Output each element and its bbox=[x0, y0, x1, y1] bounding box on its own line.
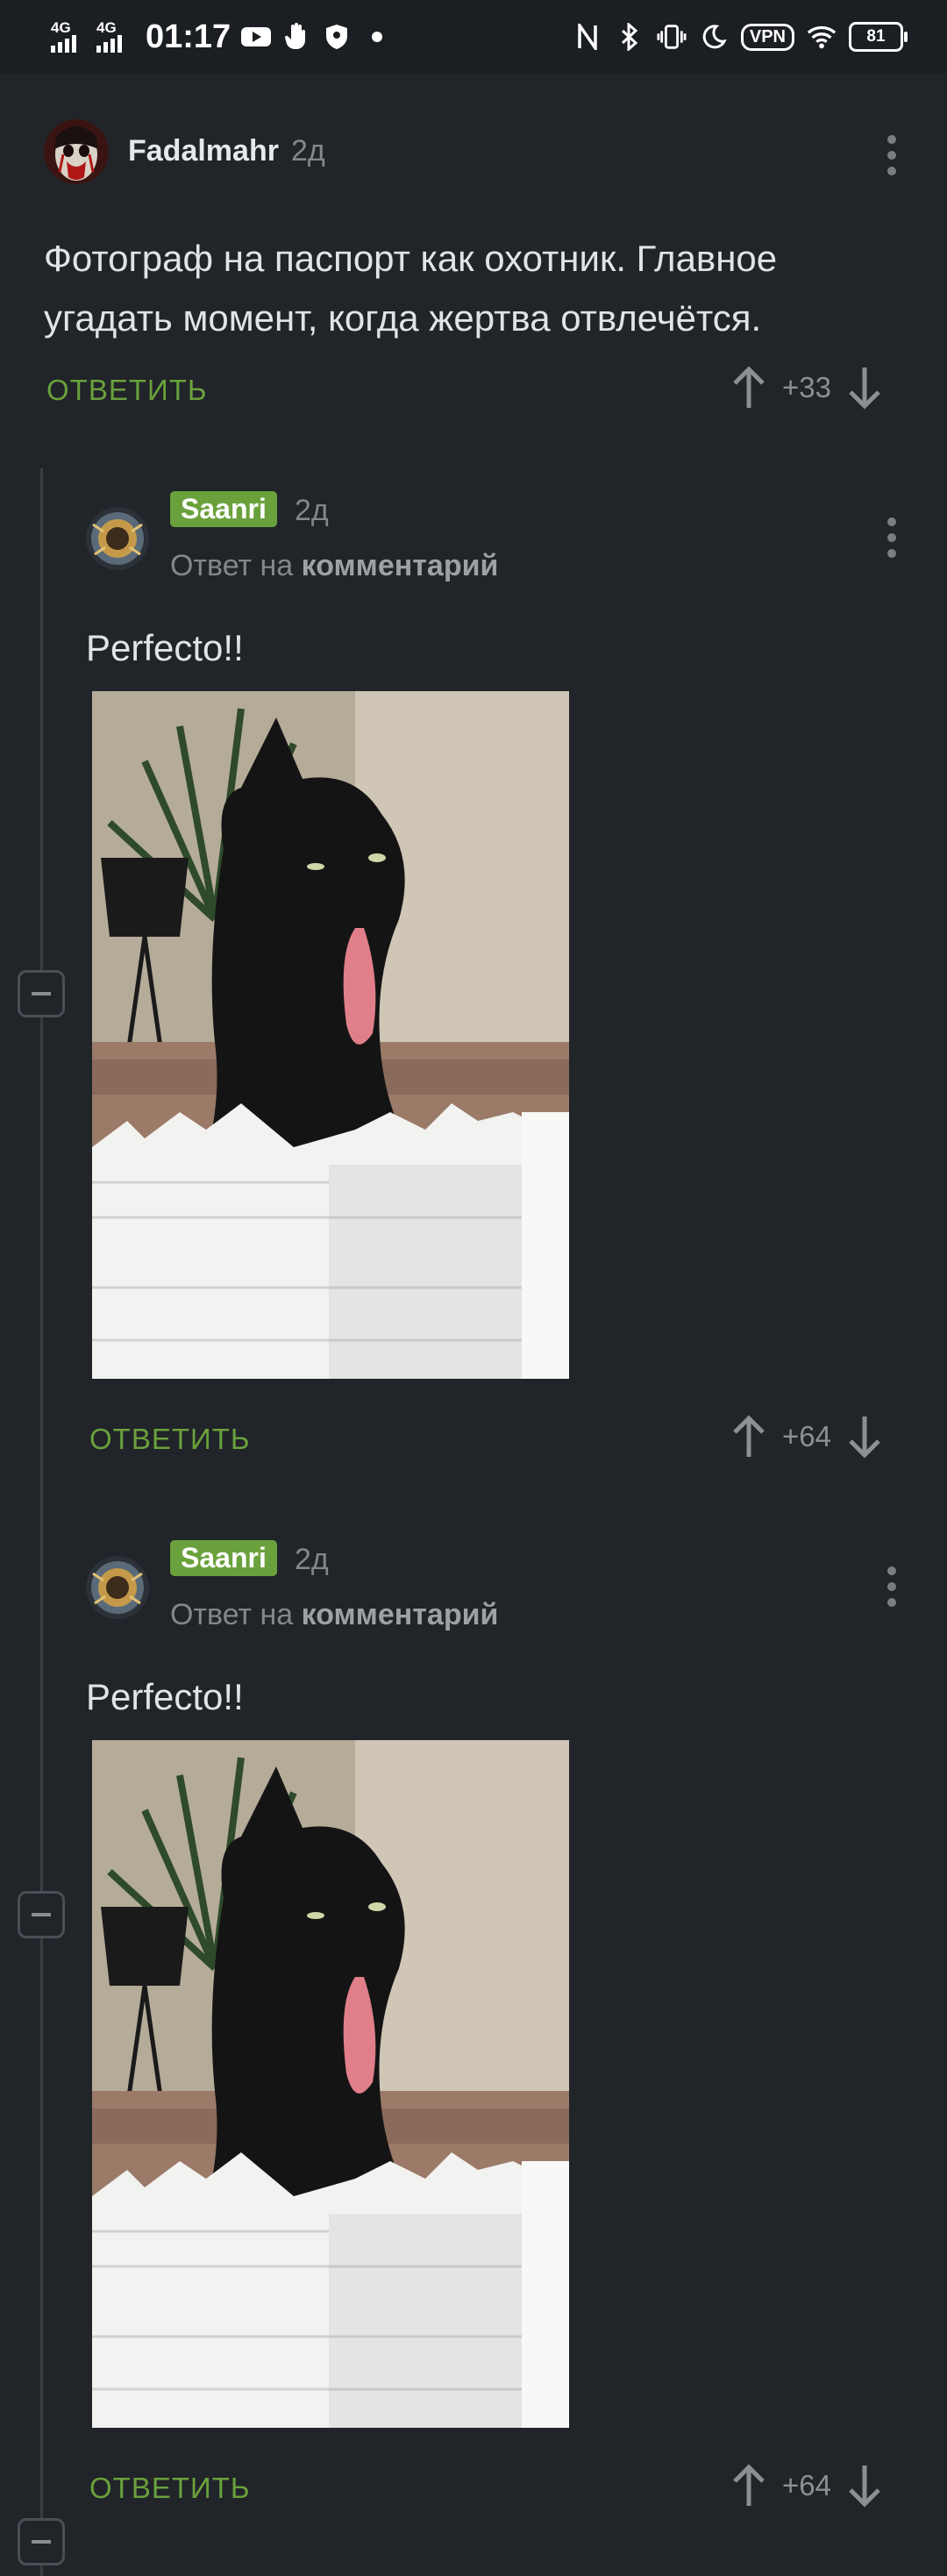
comment-text: Perfecto!! bbox=[86, 627, 244, 668]
comment-time: 2д bbox=[291, 134, 325, 168]
reply-to[interactable]: Ответ на комментарий bbox=[170, 1598, 498, 1632]
collapse-thread-button[interactable] bbox=[18, 2518, 65, 2565]
more-options-icon[interactable] bbox=[885, 135, 899, 175]
username[interactable]: Fadalmahr bbox=[128, 134, 279, 168]
downvote-icon[interactable] bbox=[844, 1412, 886, 1461]
network-type-label-2: 4G bbox=[96, 19, 117, 36]
comment-text: Perfecto!! bbox=[86, 1676, 244, 1717]
more-options-icon[interactable] bbox=[885, 1566, 899, 1607]
upvote-icon[interactable] bbox=[728, 363, 770, 412]
comment-image[interactable] bbox=[92, 691, 569, 1379]
vpn-badge: VPN bbox=[740, 23, 794, 51]
clock: 01:17 bbox=[146, 18, 231, 55]
nfc-icon bbox=[573, 22, 602, 52]
reply-to-prefix: Ответ на bbox=[170, 1598, 294, 1631]
upvote-icon[interactable] bbox=[728, 2461, 770, 2510]
thread-line bbox=[40, 468, 43, 2576]
vote-controls: +64 bbox=[728, 2461, 886, 2510]
moon-icon bbox=[699, 22, 729, 52]
reply-button[interactable]: ОТВЕТИТЬ bbox=[46, 374, 208, 407]
battery-indicator: 81 bbox=[849, 22, 908, 52]
username-badge[interactable]: Saanri bbox=[170, 491, 277, 527]
comment-score: +64 bbox=[782, 2469, 831, 2501]
reply-to-link[interactable]: комментарий bbox=[302, 1598, 499, 1631]
username-badge[interactable]: Saanri bbox=[170, 1540, 277, 1576]
vibrate-icon bbox=[657, 22, 687, 52]
shield-icon bbox=[322, 22, 352, 52]
bluetooth-icon bbox=[615, 22, 644, 52]
reply-to[interactable]: Ответ на комментарий bbox=[170, 549, 498, 583]
reply-to-prefix: Ответ на bbox=[170, 549, 294, 582]
reply-to-link[interactable]: комментарий bbox=[302, 549, 499, 582]
network-type-label: 4G bbox=[51, 19, 71, 36]
collapse-thread-button[interactable] bbox=[18, 970, 65, 1017]
avatar[interactable] bbox=[44, 119, 109, 184]
notification-dot-icon bbox=[362, 22, 392, 52]
downvote-icon[interactable] bbox=[844, 2461, 886, 2510]
avatar[interactable] bbox=[86, 1556, 149, 1619]
wifi-icon bbox=[807, 22, 837, 52]
comment-time: 2д bbox=[295, 494, 329, 527]
comment-score: +64 bbox=[782, 1420, 831, 1452]
network-signal-icon: 4G bbox=[51, 19, 86, 53]
status-bar: 4G 4G 01:17 VPN 81 bbox=[0, 0, 947, 74]
comment-time: 2д bbox=[295, 1543, 329, 1576]
comment-text: Фотограф на паспорт как охотник. Главное… bbox=[44, 238, 778, 339]
network-signal-icon-2: 4G bbox=[96, 19, 132, 53]
hand-icon bbox=[281, 22, 311, 52]
vote-controls: +33 bbox=[728, 363, 886, 412]
collapse-thread-button[interactable] bbox=[18, 1891, 65, 1938]
comment-score: +33 bbox=[782, 371, 831, 403]
vote-controls: +64 bbox=[728, 1412, 886, 1461]
reply-button[interactable]: ОТВЕТИТЬ bbox=[89, 1423, 251, 1456]
more-options-icon[interactable] bbox=[885, 517, 899, 558]
avatar[interactable] bbox=[86, 507, 149, 570]
comment-image[interactable] bbox=[92, 1740, 569, 2428]
upvote-icon[interactable] bbox=[728, 1412, 770, 1461]
youtube-icon bbox=[241, 22, 272, 52]
downvote-icon[interactable] bbox=[844, 363, 886, 412]
reply-button[interactable]: ОТВЕТИТЬ bbox=[89, 2472, 251, 2505]
